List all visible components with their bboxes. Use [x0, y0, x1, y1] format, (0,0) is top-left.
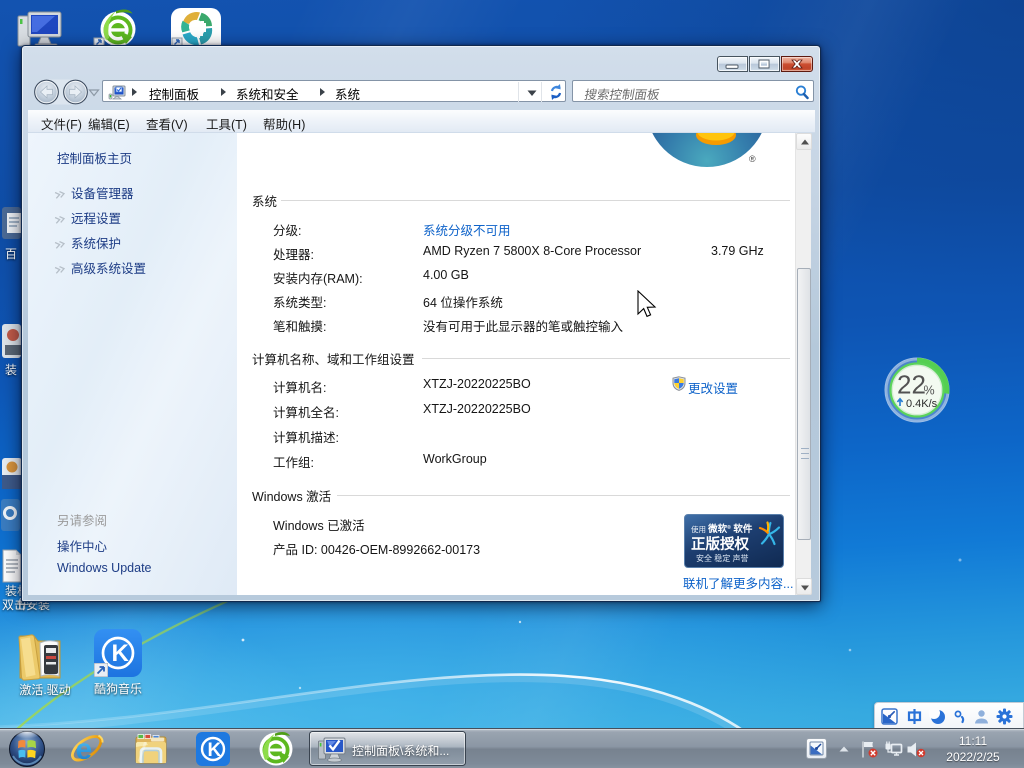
svg-text:0.4K/s: 0.4K/s: [906, 398, 938, 410]
svg-text:%: %: [924, 384, 935, 398]
svg-text:22: 22: [897, 370, 926, 400]
svg-text:®: ®: [749, 154, 756, 164]
svg-text:K: K: [112, 640, 130, 667]
svg-text:K: K: [208, 740, 222, 761]
svg-text:e: e: [76, 733, 93, 766]
